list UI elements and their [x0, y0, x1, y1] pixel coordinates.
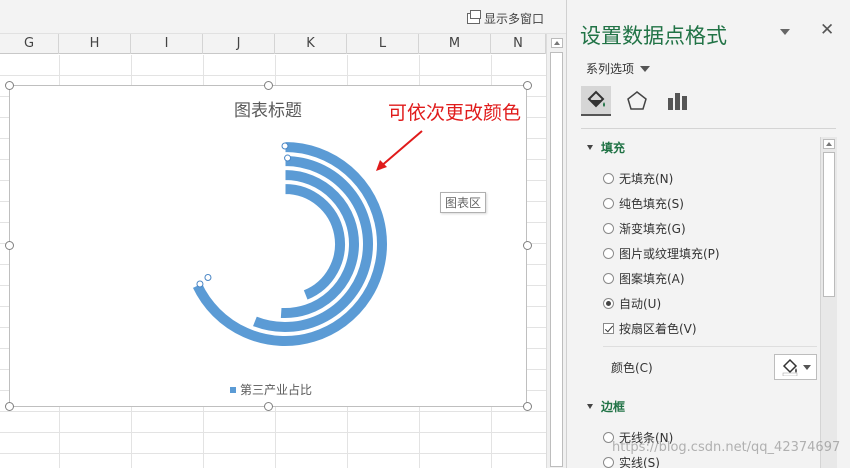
fill-option-gradient[interactable]: 渐变填充(G) — [603, 220, 686, 237]
worksheet-area[interactable]: 显示多窗口 G H I J K L M N 图表标题 第三产业占比 图表区 可依… — [0, 0, 566, 468]
option-label: 纯色填充(S) — [619, 197, 684, 211]
border-section-label: 边框 — [601, 400, 626, 414]
radio-button[interactable] — [603, 273, 614, 284]
tab-effects[interactable] — [622, 86, 652, 116]
resize-handle[interactable] — [523, 241, 532, 250]
data-point-handle[interactable] — [204, 273, 212, 281]
collapse-triangle-icon — [587, 145, 593, 150]
legend-swatch — [230, 386, 236, 393]
column-header-h[interactable]: H — [59, 34, 131, 54]
data-point-handle[interactable] — [196, 280, 204, 288]
pentagon-icon — [627, 91, 647, 110]
fill-option-none[interactable]: 无填充(N) — [603, 170, 673, 187]
chart-legend[interactable]: 第三产业占比 — [230, 381, 312, 398]
column-header-l[interactable]: L — [347, 34, 419, 54]
option-label: 图片或纹理填充(P) — [619, 247, 720, 261]
option-label: 渐变填充(G) — [619, 222, 686, 236]
resize-handle[interactable] — [264, 402, 273, 411]
resize-handle[interactable] — [5, 81, 14, 90]
column-header-j[interactable]: J — [203, 34, 275, 54]
close-icon[interactable]: ✕ — [820, 20, 834, 40]
annotation-arrow-icon — [376, 130, 423, 171]
format-data-point-pane: 设置数据点格式 ✕ 系列选项 填充 无填充(N) 纯色填充(S) 渐变填充(G)… — [566, 0, 850, 468]
vary-colors-checkbox[interactable] — [603, 323, 614, 334]
scroll-up-arrow-icon[interactable] — [551, 38, 563, 48]
option-label: 无填充(N) — [619, 172, 674, 186]
collapse-triangle-icon — [587, 404, 593, 409]
radio-button[interactable] — [603, 248, 614, 259]
resize-handle[interactable] — [523, 81, 532, 90]
column-headers: G H I J K L M N — [0, 34, 546, 54]
resize-handle[interactable] — [264, 81, 273, 90]
legend-label: 第三产业占比 — [240, 383, 313, 397]
column-header-n[interactable]: N — [491, 34, 546, 54]
column-header-i[interactable]: I — [131, 34, 203, 54]
resize-handle[interactable] — [5, 241, 14, 250]
option-label: 自动(U) — [619, 297, 662, 311]
scroll-up-arrow-icon[interactable] — [823, 139, 835, 149]
option-label: 实线(S) — [619, 456, 660, 468]
annotation-text: 可依次更改颜色 — [388, 102, 522, 124]
option-label: 按扇区着色(V) — [619, 322, 697, 336]
radio-button-selected[interactable] — [603, 298, 614, 309]
fill-option-automatic[interactable]: 自动(U) — [603, 295, 661, 312]
radio-button[interactable] — [603, 223, 614, 234]
data-point-handle[interactable] — [284, 154, 292, 162]
column-header-m[interactable]: M — [419, 34, 491, 54]
data-point-handle[interactable] — [281, 142, 289, 150]
pane-vertical-scrollbar[interactable] — [820, 137, 837, 468]
column-header-g[interactable]: G — [0, 34, 59, 54]
scroll-thumb[interactable] — [823, 152, 835, 297]
radio-button[interactable] — [603, 198, 614, 209]
fill-option-solid[interactable]: 纯色填充(S) — [603, 195, 684, 212]
series-options-label[interactable]: 系列选项 — [586, 60, 634, 77]
option-label: 图案填充(A) — [619, 272, 685, 286]
border-option-solid[interactable]: 实线(S) — [603, 454, 660, 468]
doughnut-plot[interactable] — [10, 86, 528, 408]
multi-window-label: 显示多窗口 — [483, 12, 544, 26]
watermark: https://blog.csdn.net/qq_42374697 — [612, 440, 841, 455]
series-options-caret-icon[interactable] — [640, 66, 650, 72]
paint-bucket-icon — [587, 90, 605, 108]
resize-handle[interactable] — [523, 402, 532, 411]
chart-area[interactable]: 图表标题 第三产业占比 图表区 — [9, 85, 527, 407]
vary-colors-option[interactable]: 按扇区着色(V) — [603, 320, 697, 337]
fill-section-label: 填充 — [601, 141, 626, 155]
view-toolbar: 显示多窗口 — [0, 0, 566, 34]
fill-section-header[interactable]: 填充 — [587, 139, 625, 156]
bar-chart-icon — [668, 93, 687, 110]
border-section-header[interactable]: 边框 — [587, 398, 625, 415]
pane-divider — [581, 128, 836, 129]
chart-area-tooltip: 图表区 — [440, 192, 487, 213]
color-label: 颜色(C) — [611, 361, 653, 375]
chevron-down-icon — [802, 364, 811, 370]
fill-option-picture[interactable]: 图片或纹理填充(P) — [603, 245, 720, 262]
tab-series-options[interactable] — [662, 86, 692, 116]
pane-options-dropdown-icon[interactable] — [780, 29, 790, 35]
divider — [603, 346, 817, 347]
radio-button[interactable] — [603, 457, 614, 468]
sheet-vertical-scrollbar[interactable] — [546, 34, 566, 468]
scroll-thumb[interactable] — [550, 52, 563, 467]
column-header-k[interactable]: K — [275, 34, 347, 54]
paint-bucket-icon — [782, 358, 797, 376]
multi-window-button[interactable]: 显示多窗口 — [466, 10, 544, 27]
color-picker-button[interactable] — [774, 354, 817, 380]
radio-button[interactable] — [603, 173, 614, 184]
multi-window-icon — [466, 10, 481, 24]
resize-handle[interactable] — [5, 402, 14, 411]
tab-fill-line[interactable] — [581, 86, 611, 116]
pane-title: 设置数据点格式 — [580, 24, 727, 48]
fill-option-pattern[interactable]: 图案填充(A) — [603, 270, 685, 287]
